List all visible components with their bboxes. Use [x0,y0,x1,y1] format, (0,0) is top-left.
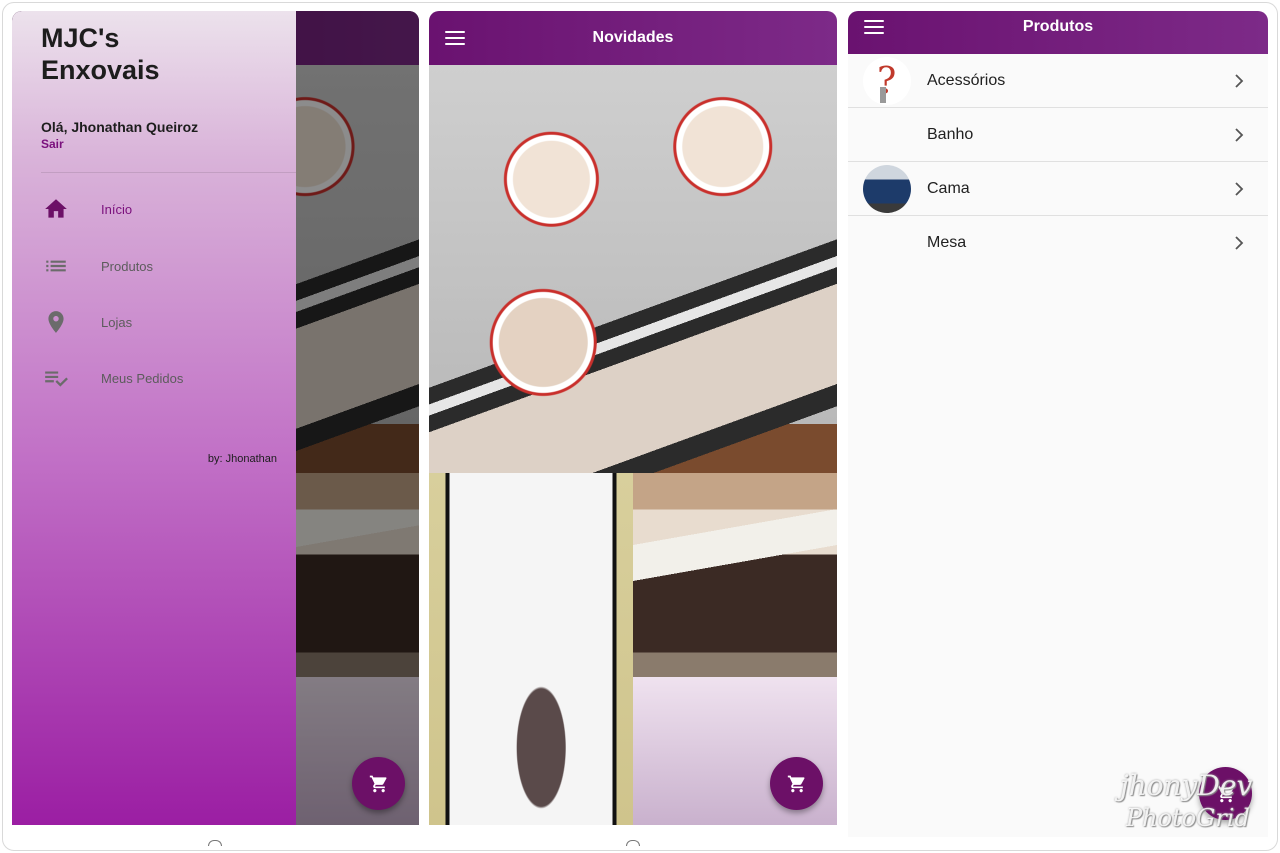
drawer-footer: by: Jhonathan [207,453,277,465]
chevron-right-icon [1235,127,1244,142]
list-icon [41,251,71,281]
chevron-right-icon [1235,236,1244,250]
drawer-item-label: Lojas [101,314,133,330]
category-label: Banho [927,125,974,143]
system-nav-indicator [626,840,640,846]
drawer-item-lojas[interactable]: Lojas [41,302,281,342]
svg-text:?: ? [877,61,896,102]
drawer-title: MJC's Enxovais [41,23,160,85]
page-title: Novidades [592,29,674,46]
category-row-mesa[interactable]: Mesa [848,216,1268,270]
watermark-line1: jhonyDev [1120,769,1253,802]
question-mark-image: ? [863,56,911,105]
category-label: Mesa [927,234,967,251]
app-bar: Novidades [429,11,837,65]
novidades-screen: Novidades [429,11,837,825]
cart-button[interactable] [770,757,823,810]
page-title: Produtos [1022,18,1094,35]
navigation-drawer: MJC's Enxovais Olá, Jhonathan Queiroz Sa… [12,11,296,825]
drawer-item-label: Produtos [101,258,154,274]
category-label: Cama [927,179,970,197]
drawer-item-label: Início [101,201,133,217]
menu-icon[interactable] [445,31,465,45]
drawer-item-inicio[interactable]: Início [41,189,281,229]
bedding-image[interactable] [633,473,837,677]
cart-button[interactable] [352,757,405,810]
drawer-item-produtos[interactable]: Produtos [41,246,281,286]
watermark-line2: PhotoGrid [1126,804,1250,832]
cart-icon [787,775,804,792]
owl-towel-image[interactable] [429,473,633,825]
cart-icon [369,775,386,792]
location-pin-icon [41,307,71,337]
photogrid-watermark: jhonyDev PhotoGrid [1120,770,1252,834]
system-nav-indicator [208,840,222,846]
chevron-right-icon [1235,181,1244,196]
playlist-check-icon [41,363,71,393]
user-greeting: Olá, Jhonathan Queiroz [41,119,199,135]
tablecloth-image[interactable] [429,65,837,473]
home-icon [41,194,71,224]
home-screen-with-drawer: MJC's Enxovais Olá, Jhonathan Queiroz Sa… [12,11,419,825]
menu-icon[interactable] [864,20,884,34]
logout-link[interactable]: Sair [41,137,64,151]
category-row-cama[interactable]: Cama [848,162,1268,216]
drawer-item-label: Meus Pedidos [101,370,184,386]
produtos-screen: Produtos ? Acessórios Banho Cama Mesa [848,11,1268,837]
category-row-banho[interactable]: Banho [848,108,1268,162]
drawer-item-meus-pedidos[interactable]: Meus Pedidos [41,358,281,398]
category-row-acessorios[interactable]: ? Acessórios [848,54,1268,108]
drawer-divider [41,172,296,173]
chevron-right-icon [1235,73,1244,88]
app-bar: Produtos [848,11,1268,54]
category-label: Acessórios [927,71,1006,89]
bed-image [863,164,911,213]
